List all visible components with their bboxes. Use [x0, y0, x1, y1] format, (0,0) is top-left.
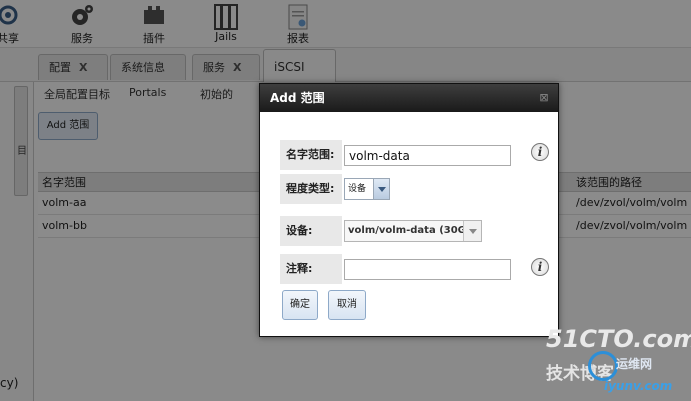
watermark-logo-icon [588, 351, 618, 381]
extent-name-input[interactable] [344, 145, 511, 166]
watermark-brand: 51CTO.com [546, 325, 691, 353]
comment-cell [342, 254, 522, 284]
extent-type-value: 设备 [348, 184, 367, 194]
chevron-down-icon[interactable] [373, 179, 389, 199]
info-icon[interactable]: i [531, 258, 549, 276]
watermark-cn: 运维网 [616, 357, 653, 371]
extent-name-cell [342, 140, 522, 170]
extent-type-label: 程度类型: [280, 174, 342, 204]
extent-type-select[interactable]: 设备 [344, 178, 390, 200]
dialog-body: 名字范围: i 程度类型: 设备 设备: volm/volm-data (30G… [260, 112, 558, 336]
comment-label: 注释: [280, 254, 342, 284]
extent-type-cell: 设备 [342, 174, 522, 204]
device-label: 设备: [280, 216, 342, 246]
chevron-down-icon[interactable] [463, 221, 481, 241]
device-value: volm/volm-data (30G) [348, 225, 471, 236]
add-extent-dialog: Add 范围 ⊠ 名字范围: i 程度类型: 设备 设备: volm/volm-… [259, 83, 559, 337]
comment-input[interactable] [344, 259, 511, 280]
info-icon[interactable]: i [531, 143, 549, 161]
watermark: 51CTO.com 技术博客 运维网 iyunv.com [546, 325, 691, 401]
watermark-site: iyunv.com [604, 379, 673, 393]
extent-name-label: 名字范围: [280, 140, 342, 170]
cancel-button[interactable]: 取消 [328, 290, 366, 320]
device-cell: volm/volm-data (30G) [342, 216, 522, 246]
close-icon[interactable]: ⊠ [538, 92, 550, 104]
dialog-title: Add 范围 [260, 84, 558, 112]
ok-button[interactable]: 确定 [282, 290, 318, 320]
device-select[interactable]: volm/volm-data (30G) [344, 220, 482, 242]
